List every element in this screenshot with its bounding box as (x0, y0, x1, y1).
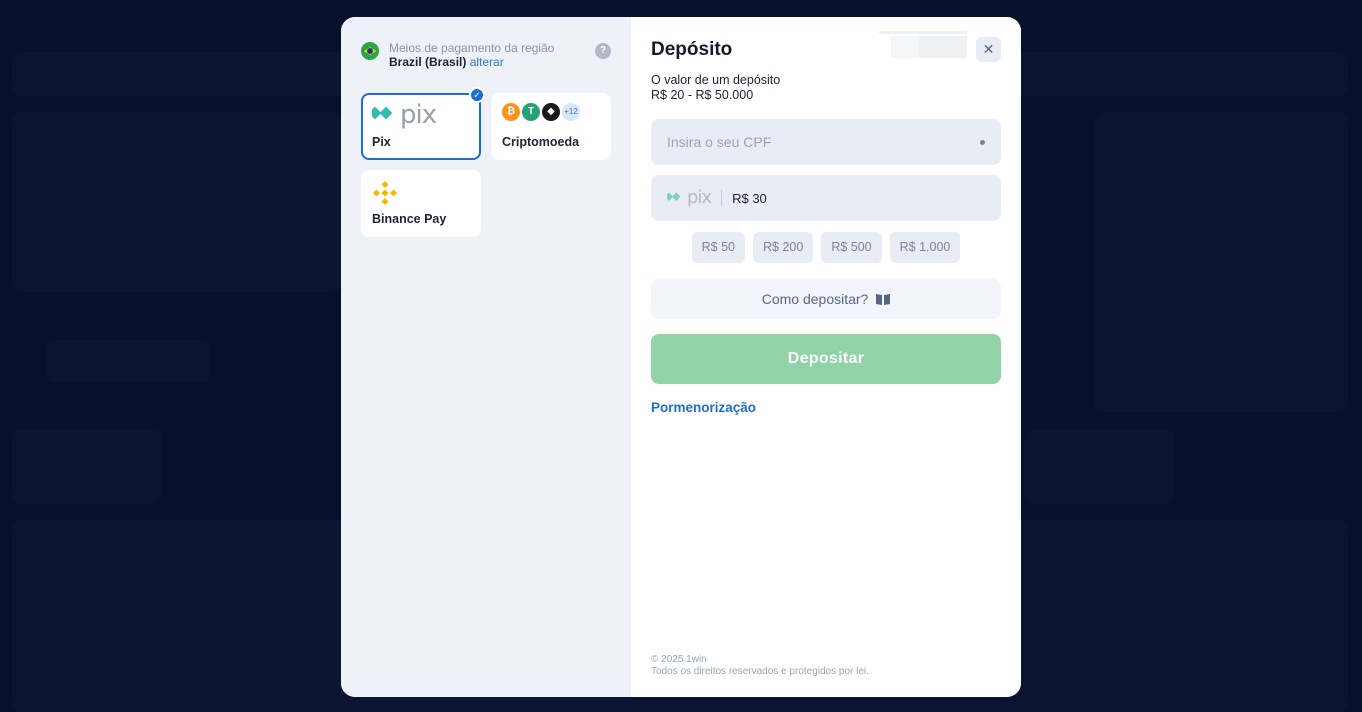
close-button[interactable]: ✕ (976, 37, 1001, 62)
brazil-flag-icon (361, 42, 379, 60)
payment-methods-panel: Meios de pagamento da região Brazil (Bra… (341, 17, 631, 697)
change-region-link[interactable]: alterar (470, 55, 504, 69)
payment-method-binance-pay[interactable]: Binance Pay (361, 170, 481, 237)
payment-method-grid: ✓ pix Pix ₿ T ◆ +12 Criptomoeda Binance … (361, 87, 611, 237)
required-dot-icon (980, 139, 985, 145)
amount-input[interactable] (732, 190, 985, 206)
region-selector: Meios de pagamento da região Brazil (Bra… (361, 41, 611, 69)
quick-amount-200[interactable]: R$ 200 (753, 232, 814, 263)
footer-copyright: © 2025 1win (651, 654, 707, 665)
deposit-range: O valor de um depósito R$ 20 - R$ 50.000 (651, 73, 1001, 103)
deposit-range-value: R$ 20 - R$ 50.000 (651, 88, 754, 102)
amount-field[interactable]: pix (651, 175, 1001, 221)
payment-method-crypto[interactable]: ₿ T ◆ +12 Criptomoeda (491, 93, 611, 160)
crypto-coins: ₿ T ◆ +12 (502, 103, 600, 121)
deposit-form-panel: ✕ Depósito O valor de um depósito R$ 20 … (631, 17, 1021, 697)
how-to-deposit-label: Como depositar? (761, 291, 869, 307)
method-label: Pix (372, 135, 391, 149)
deposit-range-label: O valor de um depósito (651, 73, 781, 87)
quick-amount-1000[interactable]: R$ 1.000 (889, 232, 961, 263)
checkmark-icon: ✓ (469, 87, 485, 103)
divider (721, 190, 723, 206)
tether-icon: T (522, 103, 540, 121)
method-label: Binance Pay (372, 212, 447, 226)
pix-logo-icon: pix (667, 189, 712, 207)
cpf-input[interactable] (667, 134, 980, 150)
pix-logo-icon: pix (372, 102, 470, 128)
payment-method-pix[interactable]: ✓ pix Pix (361, 87, 485, 160)
region-title: Meios de pagamento da região (389, 41, 555, 55)
quick-amount-50[interactable]: R$ 50 (691, 232, 745, 263)
footer: © 2025 1win Todos os direitos reservados… (651, 654, 869, 678)
deposit-modal: Meios de pagamento da região Brazil (Bra… (341, 17, 1021, 697)
region-country: Brazil (Brasil) (389, 55, 467, 69)
binance-icon (372, 180, 398, 206)
deposit-submit-button[interactable]: Depositar (651, 334, 1001, 384)
cpf-field[interactable] (651, 119, 1001, 165)
footer-rights: Todos os direitos reservados e protegido… (651, 666, 869, 677)
quick-amounts: R$ 50 R$ 200 R$ 500 R$ 1.000 (651, 232, 1001, 263)
header-decoration (879, 31, 967, 59)
quick-amount-500[interactable]: R$ 500 (821, 232, 882, 263)
bitcoin-icon: ₿ (502, 103, 520, 121)
help-icon[interactable]: ? (595, 43, 611, 59)
details-link[interactable]: Pormenorização (651, 400, 756, 415)
book-icon (876, 294, 891, 305)
ethereum-icon: ◆ (542, 103, 560, 121)
method-label: Criptomoeda (502, 135, 580, 149)
more-coins-badge: +12 (562, 103, 580, 121)
how-to-deposit-button[interactable]: Como depositar? (651, 279, 1001, 319)
